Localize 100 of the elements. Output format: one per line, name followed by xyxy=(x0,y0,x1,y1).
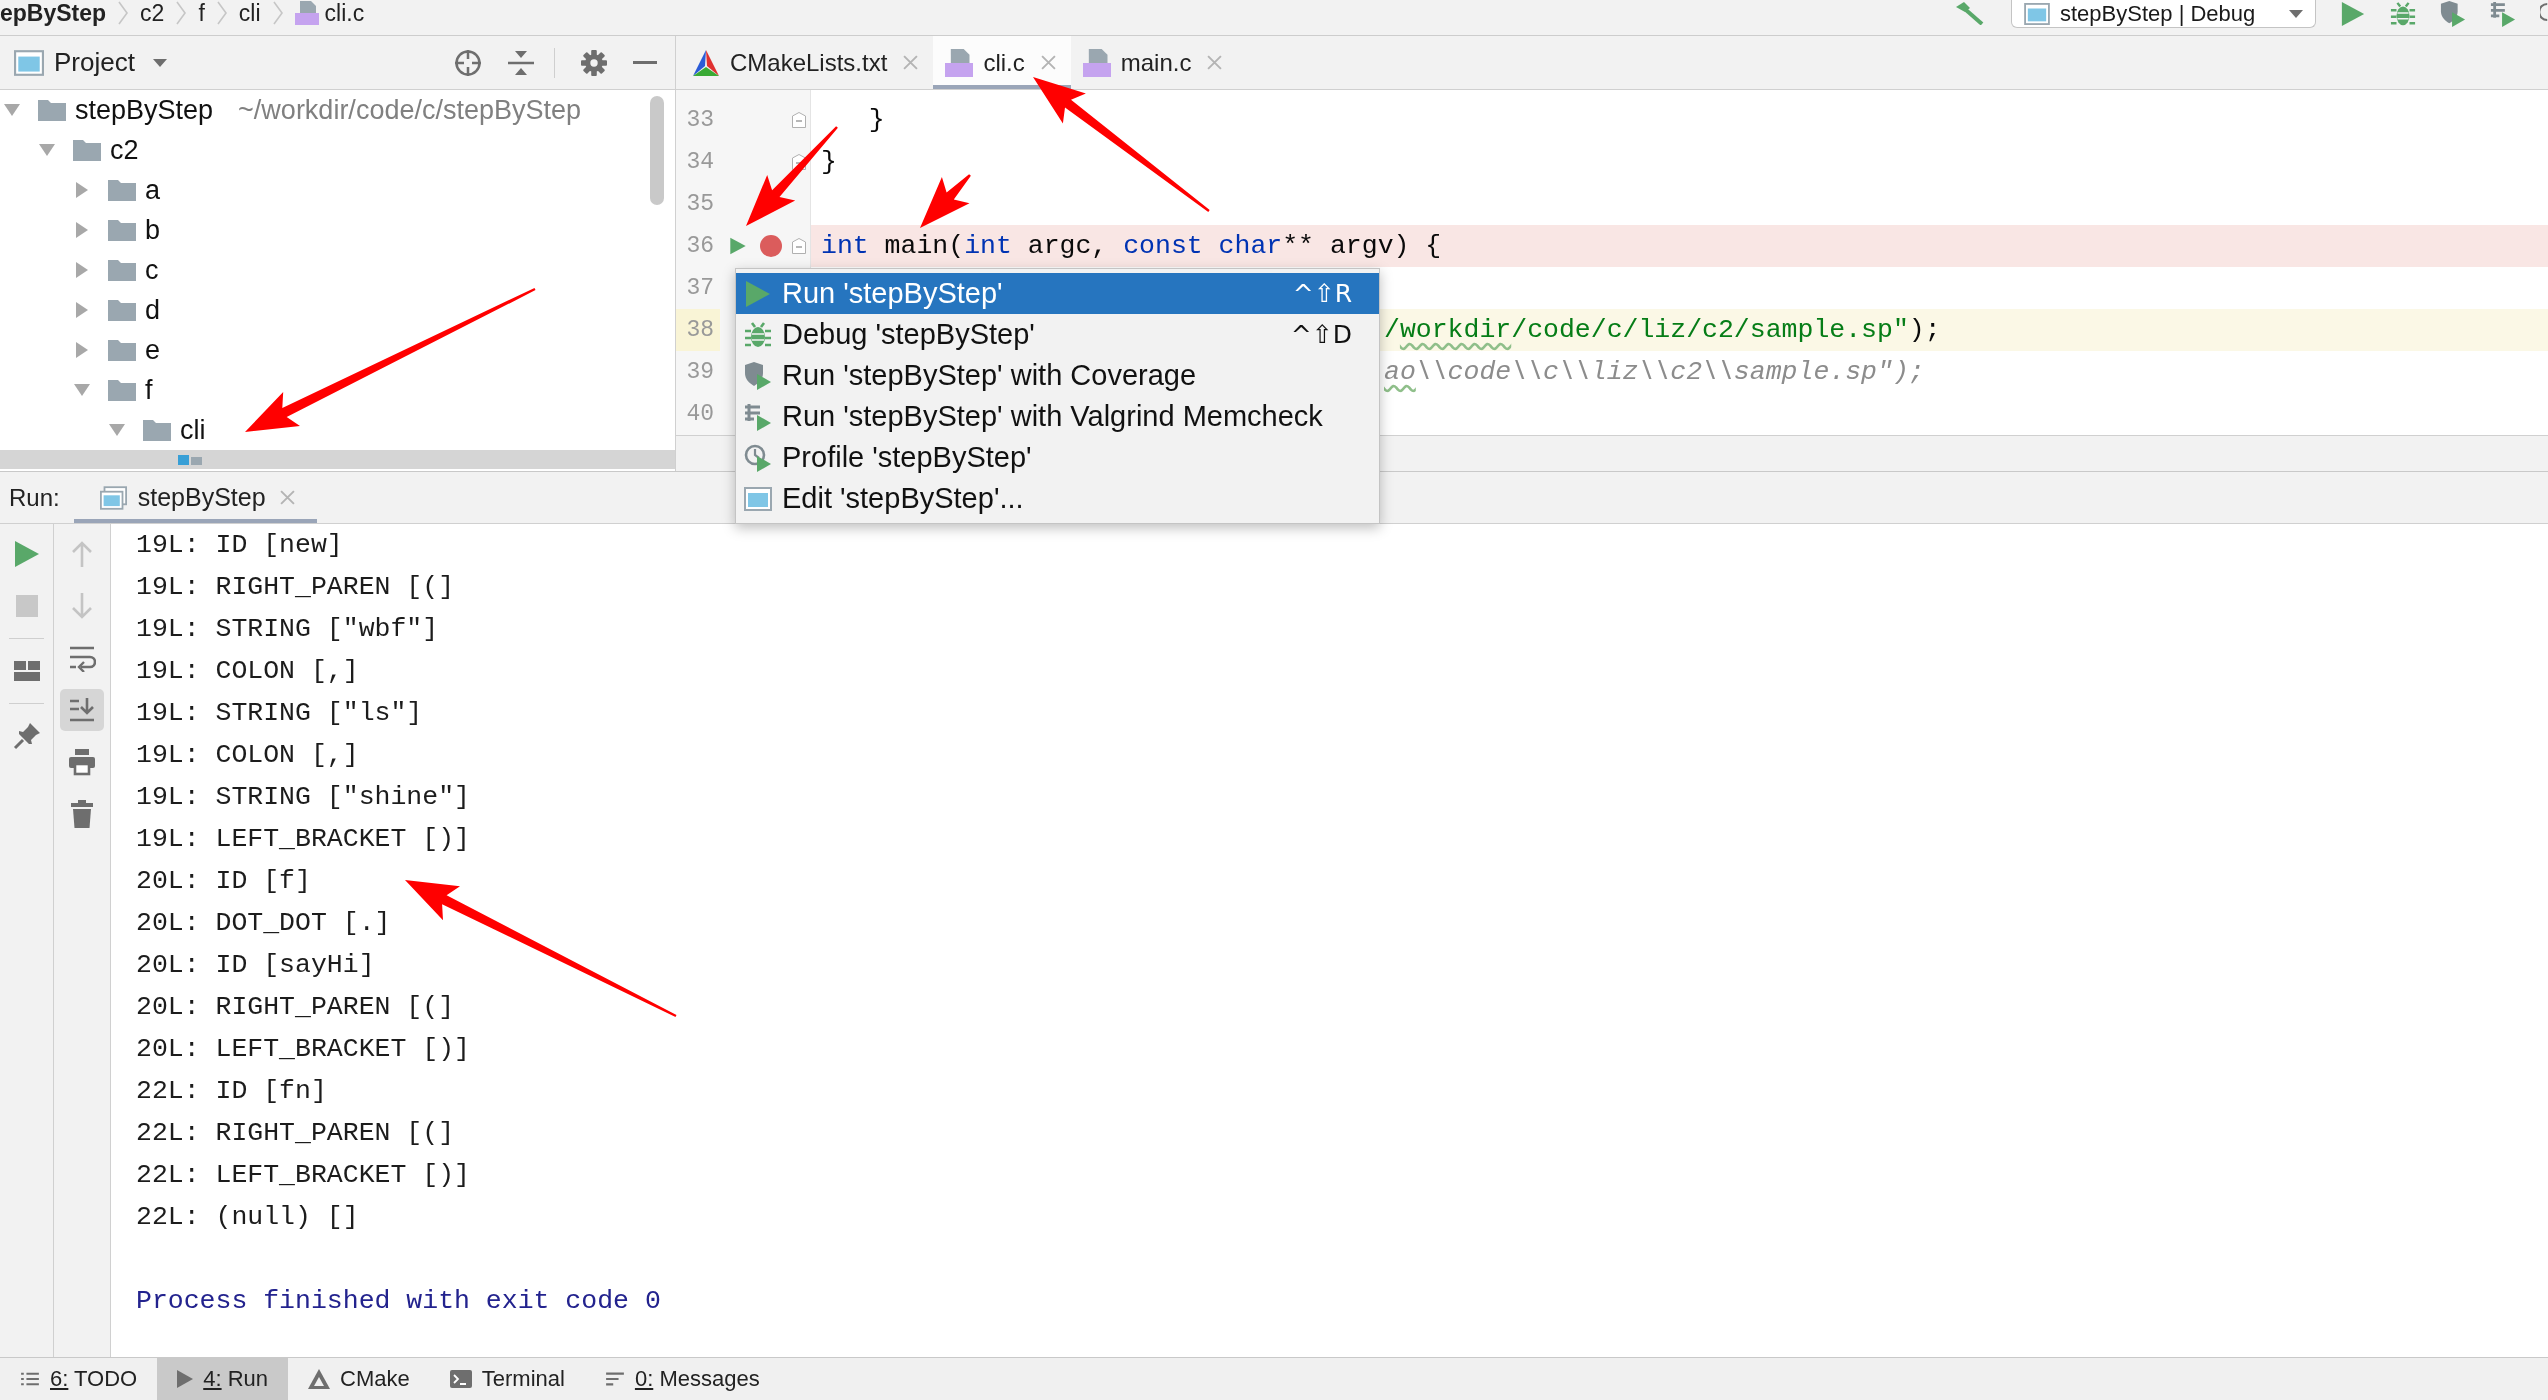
run-icon xyxy=(744,279,772,308)
chevron-icon xyxy=(176,1,187,25)
tool-window-button[interactable]: 4: Run xyxy=(157,1358,289,1400)
menu-item[interactable]: Debug 'stepByStep' ^⇧D xyxy=(736,314,1379,355)
menu-item[interactable]: Run 'stepByStep' ^⇧R xyxy=(736,273,1379,314)
close-icon[interactable] xyxy=(903,55,919,70)
menu-item[interactable]: Run 'stepByStep' with Valgrind Memcheck xyxy=(736,396,1379,437)
play-icon[interactable] xyxy=(12,540,41,568)
console-line: 19L: STRING ["shine"] xyxy=(136,781,470,814)
tool-window-button[interactable]: 6: TODO xyxy=(0,1358,158,1400)
list-icon xyxy=(20,1371,40,1387)
scroll-to-end-icon[interactable] xyxy=(60,689,104,731)
scrollbar[interactable] xyxy=(650,96,664,205)
tree-item[interactable]: c2 xyxy=(0,130,139,170)
chevron-icon xyxy=(216,1,227,25)
valgrind-icon[interactable] xyxy=(2490,1,2516,27)
trash-icon[interactable] xyxy=(68,800,96,828)
tree-item[interactable]: stepByStep ~/workdir/code/c/stepByStep xyxy=(0,90,581,130)
file-icon xyxy=(294,1,319,25)
crosshair-icon[interactable] xyxy=(454,48,482,77)
breadcrumb[interactable]: f xyxy=(198,0,205,26)
disclosure-triangle-icon[interactable] xyxy=(76,342,88,358)
disclosure-triangle-icon[interactable] xyxy=(76,302,88,318)
breadcrumb[interactable]: cli xyxy=(238,0,261,26)
line-number: 34 xyxy=(685,148,715,177)
line-number: 39 xyxy=(685,358,715,387)
wrap-icon[interactable] xyxy=(68,644,96,672)
disclosure-triangle-icon[interactable] xyxy=(4,104,20,116)
disclosure-triangle-icon[interactable] xyxy=(74,384,90,396)
gear-icon[interactable] xyxy=(581,49,607,76)
fold-icon[interactable] xyxy=(791,238,806,254)
file-icon xyxy=(945,48,974,77)
triangle-icon xyxy=(308,1369,331,1389)
printer-icon[interactable] xyxy=(68,748,96,776)
valgrind-icon xyxy=(744,402,772,431)
chevron-icon xyxy=(118,1,129,25)
annotation-arrow xyxy=(920,174,971,228)
coverage-icon[interactable] xyxy=(2440,1,2466,27)
console-line: 19L: ID [new] xyxy=(136,529,343,562)
fold-icon[interactable] xyxy=(791,112,806,128)
pin-icon[interactable] xyxy=(12,722,41,750)
menu-item[interactable]: Profile 'stepByStep' xyxy=(736,437,1379,478)
collapse-icon[interactable] xyxy=(508,48,534,77)
tool-window-button[interactable]: 0: Messages xyxy=(584,1358,780,1400)
tree-item[interactable]: f xyxy=(0,370,153,410)
line-number: 33 xyxy=(685,106,715,135)
caret-icon xyxy=(2289,9,2303,18)
menu-item[interactable]: Edit 'stepByStep'... xyxy=(736,478,1379,519)
breadcrumb[interactable]: cli.c xyxy=(294,0,365,26)
console-line: 20L: LEFT_BRACKET [)] xyxy=(136,1033,470,1066)
folder-icon xyxy=(108,179,136,201)
console-line: Process finished with exit code 0 xyxy=(136,1285,661,1318)
tree-item[interactable]: c xyxy=(0,250,159,290)
line-number: 36 xyxy=(685,232,715,261)
profile-icon xyxy=(744,443,772,472)
close-icon[interactable] xyxy=(1040,55,1056,70)
bug-icon xyxy=(744,320,772,349)
breakpoint-icon[interactable] xyxy=(760,235,782,257)
run-icon[interactable] xyxy=(2340,1,2366,27)
panel-label: Run: xyxy=(9,483,60,512)
editor-tab[interactable]: CMakeLists.txt xyxy=(680,36,934,89)
disclosure-triangle-icon[interactable] xyxy=(76,182,88,198)
disclosure-triangle-icon[interactable] xyxy=(76,222,88,238)
arc-icon[interactable] xyxy=(2540,0,2548,24)
console-line: 19L: LEFT_BRACKET [)] xyxy=(136,823,470,856)
editor-tab[interactable]: cli.c xyxy=(933,36,1071,89)
disclosure-triangle-icon[interactable] xyxy=(39,144,55,156)
tree-item[interactable]: cli xyxy=(0,410,206,450)
tool-window-button[interactable]: CMake xyxy=(288,1358,430,1400)
disclosure-triangle-icon[interactable] xyxy=(76,262,88,278)
code-line: /workdir/code/c/liz/c2/sample.sp"); xyxy=(1384,315,1941,345)
hammer-icon[interactable] xyxy=(1954,1,1984,25)
console-line: 19L: RIGHT_PAREN [(] xyxy=(136,571,455,604)
tool-window-button[interactable]: Terminal xyxy=(429,1358,585,1400)
tree-item[interactable]: d xyxy=(0,290,161,330)
editor-tab[interactable]: main.c xyxy=(1070,36,1238,89)
bug-icon[interactable] xyxy=(2390,1,2416,27)
close-icon[interactable] xyxy=(279,490,295,505)
folder-icon xyxy=(108,299,136,321)
file-icon xyxy=(178,455,202,465)
console-line: 20L: DOT_DOT [.] xyxy=(136,907,391,940)
console-line: 20L: RIGHT_PAREN [(] xyxy=(136,991,455,1024)
code-line: } xyxy=(821,147,837,177)
tree-item[interactable]: a xyxy=(0,170,161,210)
view-selector[interactable]: Project xyxy=(14,47,167,78)
run-icon[interactable] xyxy=(729,235,747,257)
close-icon[interactable] xyxy=(1207,55,1223,70)
tree-item[interactable]: b xyxy=(0,210,161,250)
terminal-icon xyxy=(449,1370,472,1388)
tree-item[interactable]: e xyxy=(0,330,161,370)
breadcrumb[interactable]: c2 xyxy=(140,0,165,26)
menu-item[interactable]: Run 'stepByStep' with Coverage xyxy=(736,355,1379,396)
line-number: 38 xyxy=(676,309,720,351)
window-icon xyxy=(2024,2,2050,25)
breadcrumb[interactable]: epByStep xyxy=(0,0,107,26)
folder-icon xyxy=(143,419,171,441)
disclosure-triangle-icon[interactable] xyxy=(109,424,125,436)
folder-icon xyxy=(108,219,136,241)
run-configuration-dropdown[interactable]: stepByStep | Debug xyxy=(2011,0,2316,28)
console-line: 22L: LEFT_BRACKET [)] xyxy=(136,1159,470,1192)
